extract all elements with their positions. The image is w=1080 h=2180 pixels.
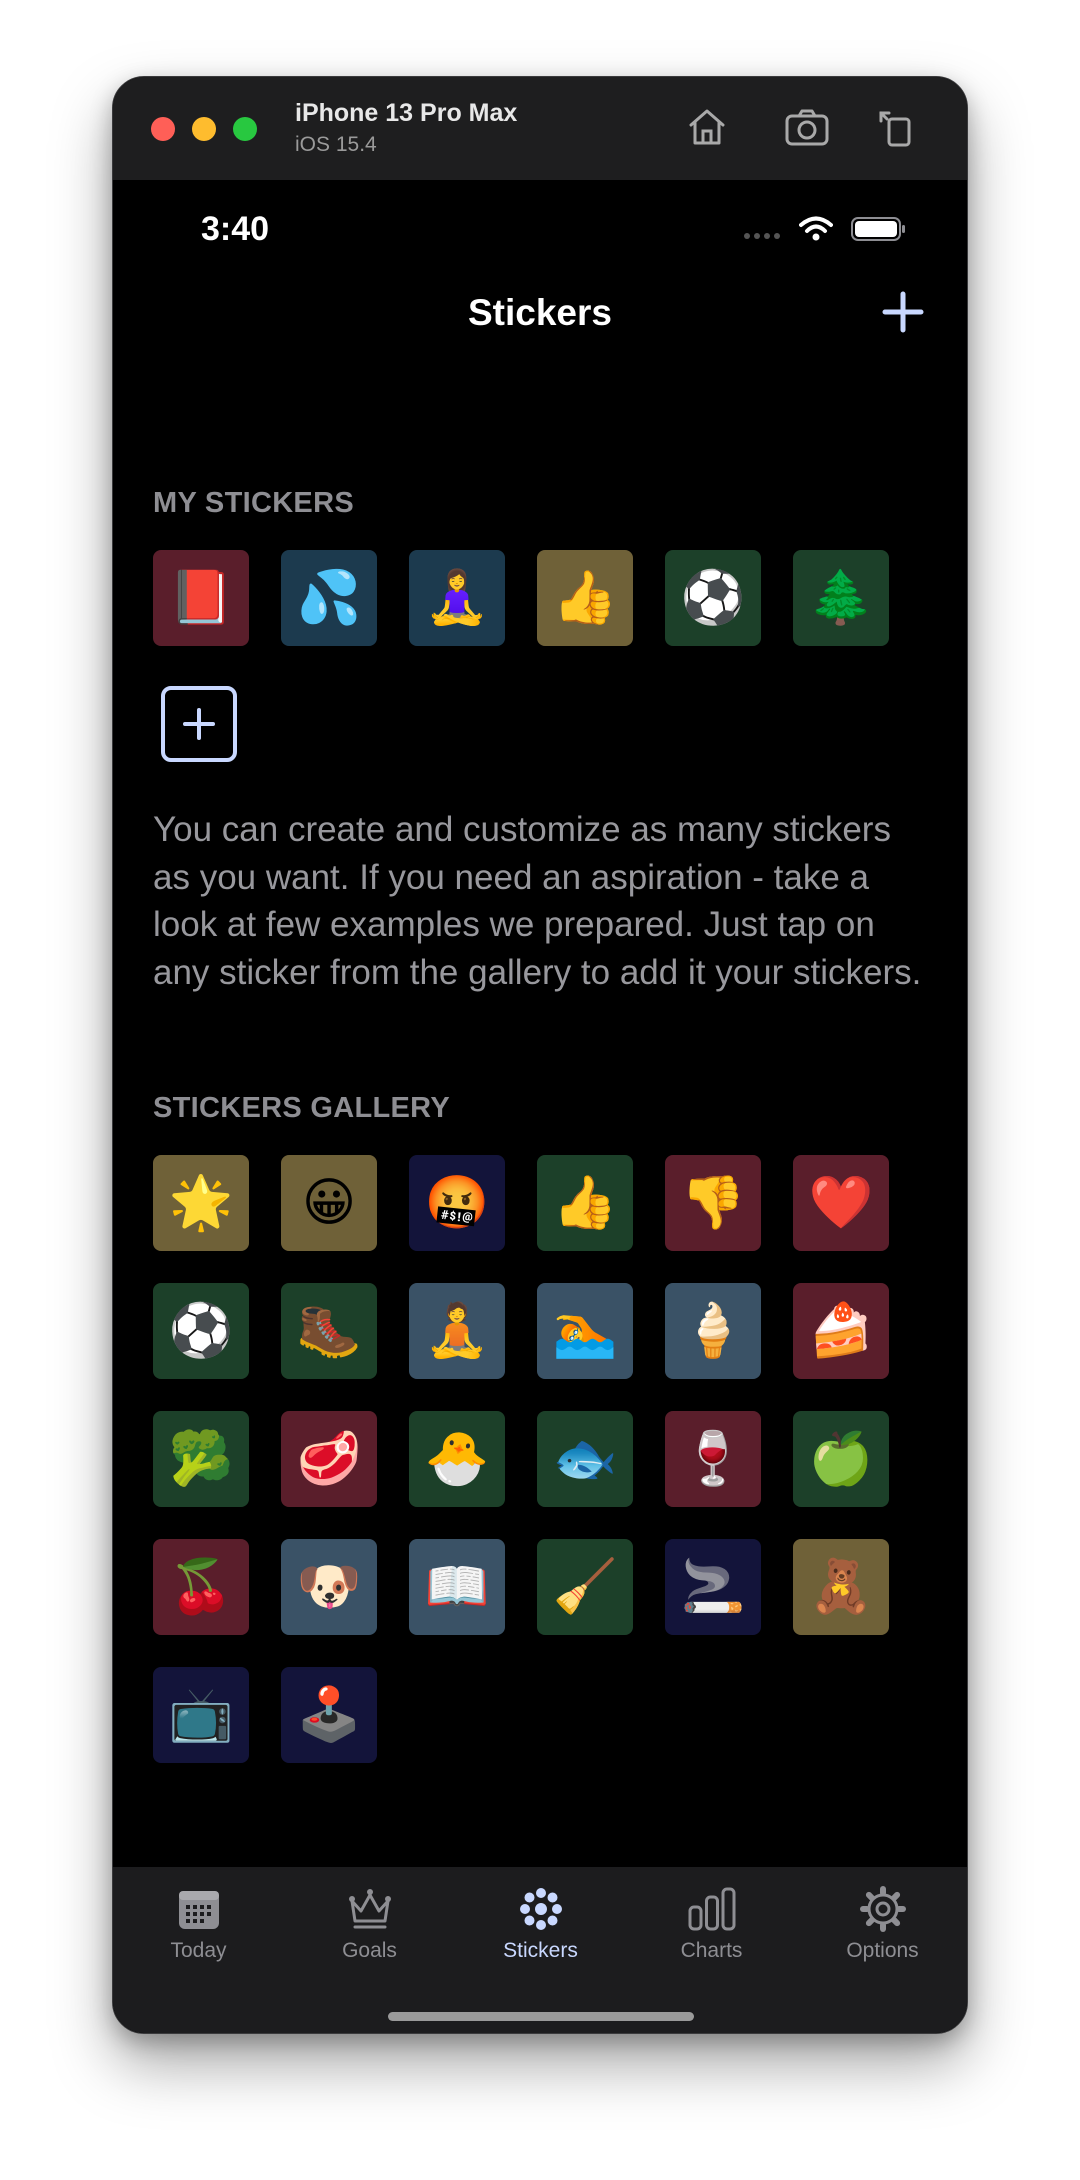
add-sticker-button[interactable] <box>161 686 237 762</box>
gallery-sticker[interactable]: 🍏 <box>793 1411 889 1507</box>
gallery-sticker[interactable]: 🐟 <box>537 1411 633 1507</box>
tab-options[interactable]: Options <box>797 1883 967 1993</box>
tab-bar: Today Goals Stickers Charts Options <box>113 1867 967 2033</box>
minimize-window-button[interactable] <box>192 117 216 141</box>
gallery-sticker[interactable]: 😀 <box>281 1155 377 1251</box>
device-name: iPhone 13 Pro Max <box>295 99 518 127</box>
gallery-sticker[interactable]: 🧸 <box>793 1539 889 1635</box>
gallery-sticker[interactable]: ⚽ <box>153 1283 249 1379</box>
gallery-sticker[interactable]: 🥾 <box>281 1283 377 1379</box>
plus-icon[interactable] <box>879 288 927 336</box>
battery-icon <box>851 217 905 241</box>
tab-stickers[interactable]: Stickers <box>455 1883 626 1993</box>
gallery-sticker[interactable]: 🍰 <box>793 1283 889 1379</box>
dots-flower-icon <box>519 1888 562 1930</box>
close-window-button[interactable] <box>151 117 175 141</box>
home-indicator <box>388 2012 694 2021</box>
gallery-sticker[interactable]: 🐣 <box>409 1411 505 1507</box>
gallery-sticker[interactable]: 🧹 <box>537 1539 633 1635</box>
my-stickers-header: MY STICKERS <box>153 487 354 519</box>
gallery-sticker[interactable]: 🐶 <box>281 1539 377 1635</box>
my-sticker[interactable]: 🌲 <box>793 550 889 646</box>
tab-today[interactable]: Today <box>113 1883 284 1993</box>
gallery-sticker[interactable]: 🏊 <box>537 1283 633 1379</box>
my-sticker[interactable]: 🧘‍♀️ <box>409 550 505 646</box>
bar-chart-icon <box>688 1887 735 1931</box>
tab-goals[interactable]: Goals <box>284 1883 455 1993</box>
my-sticker[interactable]: 💦 <box>281 550 377 646</box>
gallery-sticker[interactable]: 📺 <box>153 1667 249 1763</box>
tab-label: Today <box>170 1939 227 1962</box>
my-sticker[interactable]: 👍 <box>537 550 633 646</box>
stickers-description: You can create and customize as many sti… <box>153 810 922 992</box>
tab-label: Stickers <box>503 1939 578 1962</box>
simulator-window: iPhone 13 Pro Max iOS 15.4 3:40 Stickers… <box>112 76 968 2034</box>
tab-label: Options <box>846 1939 919 1962</box>
gallery-sticker[interactable]: 🍦 <box>665 1283 761 1379</box>
rotate-icon[interactable] <box>873 103 921 151</box>
gallery-sticker[interactable]: 🧘 <box>409 1283 505 1379</box>
gallery-sticker[interactable]: ❤️ <box>793 1155 889 1251</box>
stickers-gallery-header: STICKERS GALLERY <box>153 1092 450 1124</box>
simulator-title-bar: iPhone 13 Pro Max iOS 15.4 <box>113 77 967 181</box>
my-sticker[interactable]: ⚽ <box>665 550 761 646</box>
home-icon[interactable] <box>683 103 731 151</box>
my-sticker[interactable]: 📕 <box>153 550 249 646</box>
gallery-sticker[interactable]: 📖 <box>409 1539 505 1635</box>
gallery-sticker[interactable]: 🍷 <box>665 1411 761 1507</box>
tab-charts[interactable]: Charts <box>626 1883 797 1993</box>
gallery-sticker[interactable]: 🥦 <box>153 1411 249 1507</box>
device-os-version: iOS 15.4 <box>295 133 377 156</box>
gallery-sticker[interactable]: 🕹️ <box>281 1667 377 1763</box>
gallery-sticker[interactable]: 👍 <box>537 1155 633 1251</box>
status-indicators <box>743 214 913 244</box>
gallery-sticker[interactable]: 🥩 <box>281 1411 377 1507</box>
status-time: 3:40 <box>201 210 270 248</box>
gallery-sticker[interactable]: 🚬 <box>665 1539 761 1635</box>
signal-icon <box>744 233 780 239</box>
gallery-sticker[interactable]: 🤬 <box>409 1155 505 1251</box>
page-title: Stickers <box>468 292 612 333</box>
gallery-sticker[interactable]: 🍒 <box>153 1539 249 1635</box>
tab-label: Charts <box>680 1939 743 1962</box>
screenshot-icon[interactable] <box>783 103 831 151</box>
gear-icon <box>859 1886 906 1932</box>
wifi-icon <box>799 216 833 241</box>
gallery-sticker[interactable]: 👎 <box>665 1155 761 1251</box>
calendar-icon <box>178 1891 219 1929</box>
gallery-sticker[interactable]: 🌟 <box>153 1155 249 1251</box>
zoom-window-button[interactable] <box>233 117 257 141</box>
crown-icon <box>348 1889 391 1929</box>
phone-screen: 3:40 Stickers MY STICKERS <box>113 180 967 2033</box>
tab-label: Goals <box>342 1939 397 1962</box>
